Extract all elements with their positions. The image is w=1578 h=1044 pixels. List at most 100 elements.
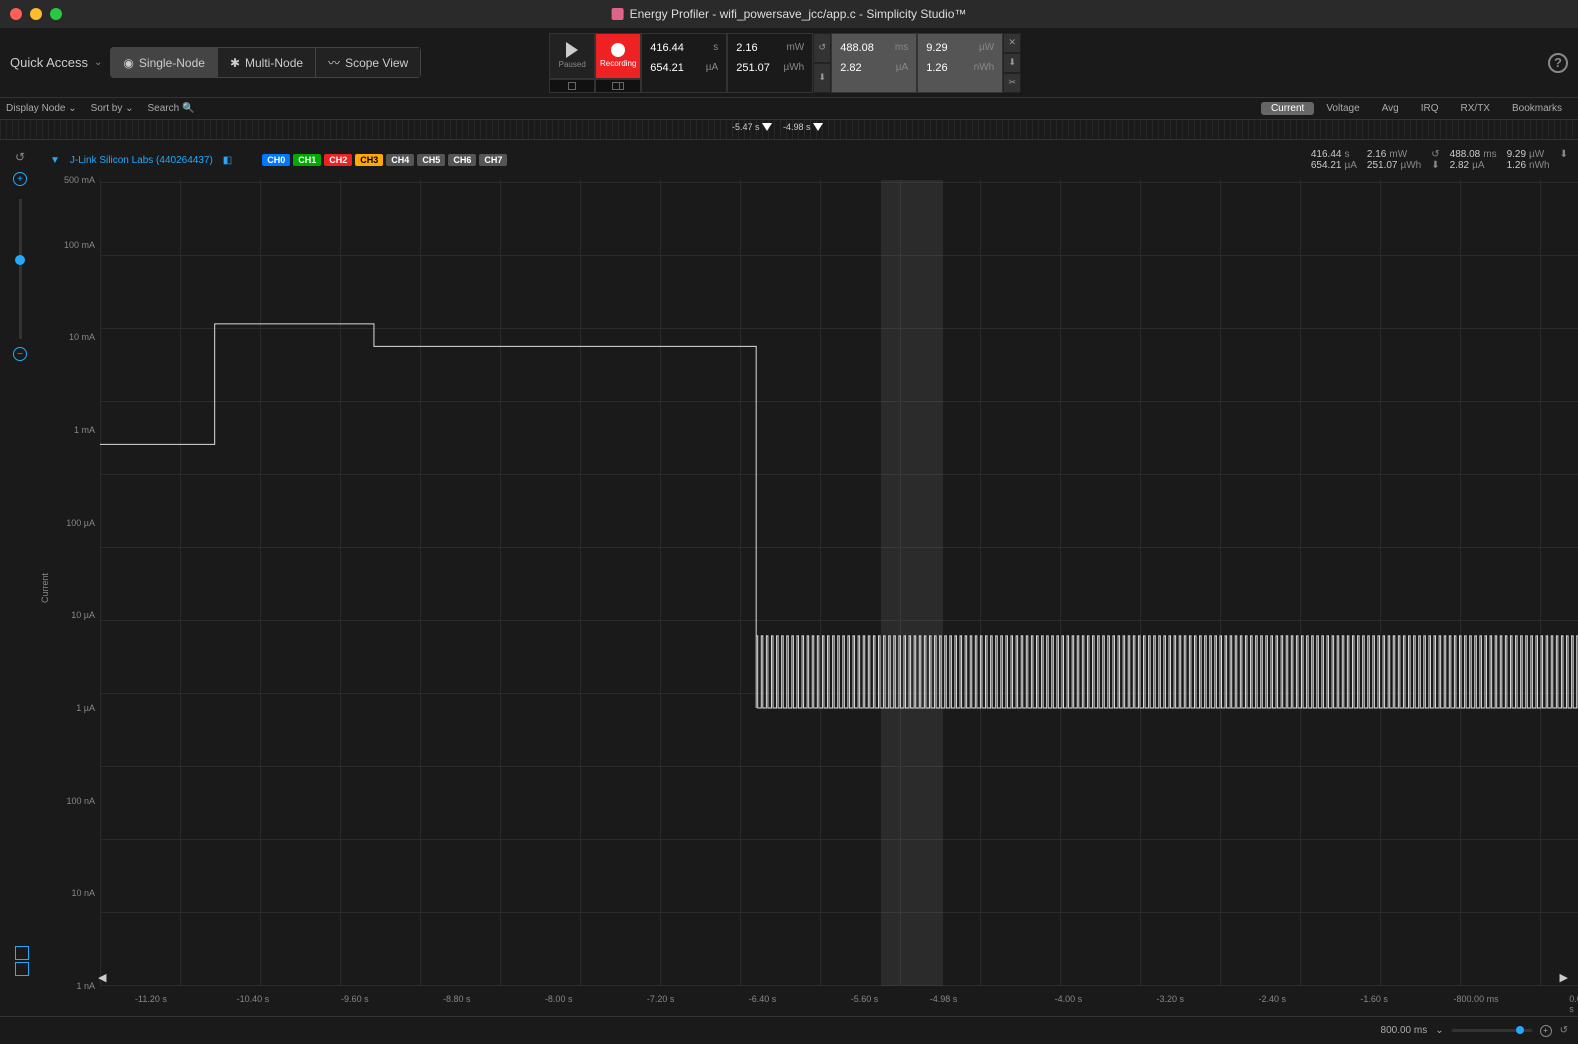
search-button[interactable]: Search 🔍 [148, 103, 195, 114]
play-icon [566, 42, 578, 58]
main-power-val: 2.16 [736, 42, 757, 54]
plot-area[interactable] [100, 180, 1578, 986]
scroll-left-icon[interactable]: ◀ [98, 971, 106, 984]
y-tick-label: 10 µA [71, 610, 95, 620]
multi-node-label: Multi-Node [245, 56, 303, 70]
tab-current[interactable]: Current [1261, 102, 1314, 115]
header-metrics: 416.44 s654.21 µA 2.16 mW251.07 µWh ↺⬇ 4… [1311, 149, 1568, 171]
main-current-val: 654.21 [650, 62, 684, 74]
app-icon [612, 8, 624, 20]
close-sel-icon[interactable]: ✕ [1003, 33, 1021, 53]
sel-power-unit: µW [979, 42, 994, 53]
tab-irq[interactable]: IRQ [1411, 102, 1449, 115]
zoom-out-y[interactable]: − [13, 347, 27, 361]
tab-avg[interactable]: Avg [1372, 102, 1409, 115]
x-tick-label: -9.60 s [341, 994, 369, 1004]
x-tick-label: -6.40 s [749, 994, 777, 1004]
channel-ch3[interactable]: CH3 [355, 154, 383, 166]
channel-ch5[interactable]: CH5 [417, 154, 445, 166]
clip-sel-icon[interactable]: ✂ [1003, 73, 1021, 93]
sel-time-val: 488.08 [840, 42, 874, 54]
sel-power-val: 9.29 [926, 42, 947, 54]
scope-view-button[interactable]: 〰 Scope View [316, 47, 421, 78]
chart-container: ▼ J-Link Silicon Labs (440264437) ◧ CH0 … [40, 140, 1578, 1016]
sel-energy-unit: nWh [974, 62, 995, 73]
ruler-marker-1[interactable]: -5.47 s [732, 122, 772, 132]
sort-by-menu[interactable]: Sort by ⌄ [91, 103, 134, 114]
record-icon [611, 43, 625, 57]
sub-toggle-1[interactable] [549, 79, 595, 93]
channel-ch6[interactable]: CH6 [448, 154, 476, 166]
device-link[interactable]: J-Link Silicon Labs (440264437) [70, 155, 213, 166]
device-indicator-icon: ◧ [223, 155, 232, 166]
multi-node-button[interactable]: ✱ Multi-Node [218, 47, 316, 78]
tab-voltage[interactable]: Voltage [1316, 102, 1369, 115]
x-tick-label: -2.40 s [1258, 994, 1286, 1004]
channel-ch7[interactable]: CH7 [479, 154, 507, 166]
y-tick-label: 10 nA [71, 888, 95, 898]
titlebar: Energy Profiler - wifi_powersave_jcc/app… [0, 0, 1578, 28]
target-icon: ◉ [123, 56, 133, 70]
window-close[interactable] [10, 8, 22, 20]
bottom-bar: 800.00 ms ⌄ + ↺ [0, 1016, 1578, 1044]
y-tick-label: 100 nA [66, 796, 95, 806]
network-icon: ✱ [230, 56, 240, 70]
x-tick-label: -7.20 s [647, 994, 675, 1004]
time-scale-label: 800.00 ms [1381, 1025, 1428, 1036]
quick-access-menu[interactable]: Quick Access ⌄ [10, 55, 102, 70]
y-zoom-slider[interactable] [19, 199, 22, 339]
save-icon[interactable]: ⬇ [813, 63, 831, 93]
x-zoom-slider[interactable] [1452, 1029, 1532, 1032]
marker-triangle-icon [813, 123, 823, 131]
y-toggle-2[interactable] [15, 946, 29, 960]
channel-ch0[interactable]: CH0 [262, 154, 290, 166]
record-button[interactable]: Recording [595, 33, 641, 79]
save-sel-icon[interactable]: ⬇ [1003, 53, 1021, 73]
collapse-triangle-icon[interactable]: ▼ [50, 155, 60, 166]
chevron-down-icon[interactable]: ⌄ [1435, 1025, 1443, 1036]
y-toggle-1[interactable] [15, 962, 29, 976]
channel-ch1[interactable]: CH1 [293, 154, 321, 166]
x-tick-label: -1.60 s [1360, 994, 1388, 1004]
current-trace [100, 180, 1578, 986]
channel-ch2[interactable]: CH2 [324, 154, 352, 166]
y-tick-label: 1 mA [74, 425, 95, 435]
y-axis-title: Current [40, 573, 50, 603]
reset-icon[interactable]: ↺ [813, 33, 831, 63]
sub-toggle-2[interactable] [595, 79, 641, 93]
quick-access-label: Quick Access [10, 55, 88, 70]
channel-ch4[interactable]: CH4 [386, 154, 414, 166]
x-tick-label: -4.00 s [1055, 994, 1083, 1004]
sel-metrics-2: 9.29µW 1.26nWh [917, 33, 1003, 93]
reset-zoom-icon[interactable]: ↺ [1560, 1025, 1568, 1036]
main-current-unit: µA [706, 62, 718, 73]
tab-bookmarks[interactable]: Bookmarks [1502, 102, 1572, 115]
y-tick-label: 1 nA [76, 981, 95, 991]
metrics-time-power: 416.44s 654.21µA [641, 33, 727, 93]
undo-icon[interactable]: ↺ [15, 150, 25, 164]
window-minimize[interactable] [30, 8, 42, 20]
y-tick-label: 100 µA [66, 518, 95, 528]
ruler-marker-2[interactable]: -4.98 s [783, 122, 823, 132]
chart-header: ▼ J-Link Silicon Labs (440264437) ◧ CH0 … [40, 140, 1578, 180]
toolbar: Quick Access ⌄ ◉ Single-Node ✱ Multi-Nod… [0, 28, 1578, 98]
time-ruler[interactable]: -5.47 s -4.98 s [0, 120, 1578, 140]
x-tick-label: -3.20 s [1157, 994, 1185, 1004]
window-maximize[interactable] [50, 8, 62, 20]
help-button[interactable]: ? [1548, 53, 1568, 73]
display-node-menu[interactable]: Display Node ⌄ [6, 103, 77, 114]
x-tick-label: -5.60 s [851, 994, 879, 1004]
single-node-button[interactable]: ◉ Single-Node [110, 47, 218, 78]
sel-metrics-1: 488.08ms 2.82µA [831, 33, 917, 93]
y-axis-labels: Current 500 mA100 mA10 mA1 mA100 µA10 µA… [40, 180, 100, 986]
zoom-in-y[interactable]: + [13, 172, 27, 186]
zoom-in-x[interactable]: + [1540, 1025, 1552, 1037]
x-tick-label: -800.00 ms [1454, 994, 1499, 1004]
play-button[interactable]: Paused [549, 33, 595, 79]
scroll-right-icon[interactable]: ▶ [1560, 971, 1568, 984]
x-tick-label: -11.20 s [135, 994, 167, 1004]
subbar: Display Node ⌄ Sort by ⌄ Search 🔍 Curren… [0, 98, 1578, 120]
sel-current-unit: µA [896, 62, 908, 73]
main-energy-unit: µWh [783, 62, 804, 73]
tab-rxtx[interactable]: RX/TX [1451, 102, 1500, 115]
